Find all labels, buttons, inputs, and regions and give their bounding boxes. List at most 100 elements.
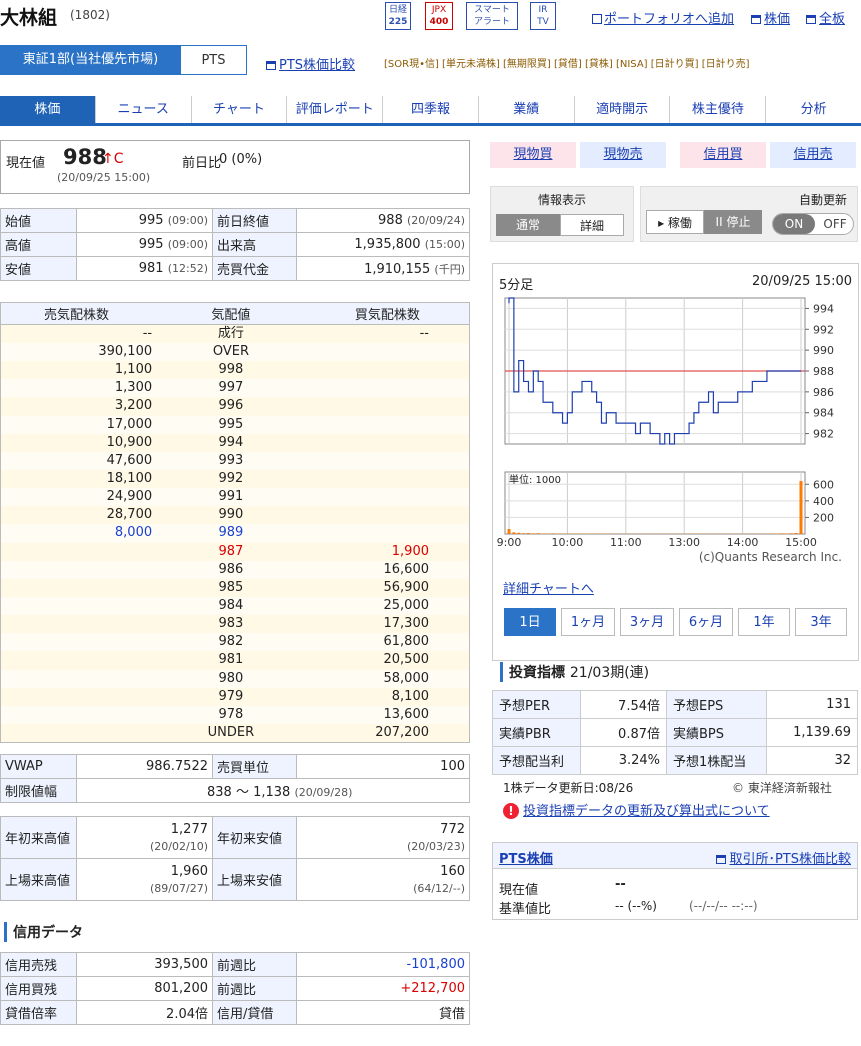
tab-earnings[interactable]: 業績 [479, 96, 575, 123]
per-value: 7.54倍 [580, 690, 667, 719]
detail-chart-link[interactable]: 詳細チャートへ [503, 578, 594, 597]
table-row: 信用売残 393,500 前週比 -101,800 [0, 952, 470, 977]
auto-stop-button[interactable]: II 停止 [704, 210, 762, 234]
quote-price[interactable]: 982 [156, 633, 306, 652]
period-1year[interactable]: 1年 [738, 608, 790, 636]
time-tick: 10:00 [552, 536, 584, 549]
board-row: 24,900 991 [0, 488, 470, 507]
quote-price[interactable]: 979 [156, 687, 306, 706]
pts-title[interactable]: PTS株価 [499, 848, 553, 867]
auto-update-toggle[interactable]: ON OFF [772, 213, 854, 235]
tab-chart[interactable]: チャート [192, 96, 288, 123]
open-time: (09:00) [167, 214, 208, 227]
quote-price[interactable]: 998 [156, 361, 306, 380]
jpx400-badge[interactable]: JPX 400 [425, 2, 453, 30]
quote-price[interactable]: 997 [156, 379, 306, 398]
quote-price[interactable]: UNDER [156, 723, 306, 743]
margin-sell-button[interactable]: 信用売 [770, 142, 856, 168]
tab-shareholder-benefits[interactable]: 株主優待 [670, 96, 767, 123]
limit-value: 838 〜 1,138 [207, 785, 291, 800]
quote-price[interactable]: 成行 [156, 324, 306, 343]
pbr-label: 実績PBR [492, 718, 581, 747]
ask-qty: 24,900 [0, 488, 157, 507]
normal-view-button[interactable]: 通常 [496, 214, 560, 236]
all-time-low-label: 上場来安値 [212, 858, 297, 901]
toggle-off: OFF [823, 217, 847, 231]
quote-price[interactable]: 992 [156, 469, 306, 489]
tab-analysis[interactable]: 分析 [766, 96, 861, 123]
auto-run-button[interactable]: ▸ 稼働 [646, 210, 704, 234]
quote-price[interactable]: 981 [156, 651, 306, 670]
margin-buy-button[interactable]: 信用買 [680, 142, 766, 168]
quote-price[interactable]: 987 [156, 542, 306, 561]
period-3year[interactable]: 3年 [795, 608, 847, 636]
period-1month[interactable]: 1ヶ月 [561, 608, 615, 636]
quote-price[interactable]: 996 [156, 397, 306, 416]
board-row: 981 20,500 [0, 651, 470, 670]
ytd-low-label: 年初来安値 [212, 816, 297, 859]
full-board-link[interactable]: 全板 [806, 8, 845, 27]
alert-icon: ! [503, 803, 519, 819]
indicator-note-link[interactable]: ! 投資指標データの更新及び算出式について [503, 800, 770, 819]
ask-qty [0, 560, 157, 579]
quote-price[interactable]: 984 [156, 596, 306, 616]
nikkei225-badge[interactable]: 日経 225 [385, 2, 411, 30]
prev-close-value: 988 [378, 213, 403, 228]
long-wow-label: 前週比 [212, 976, 297, 1001]
period-6month[interactable]: 6ヶ月 [679, 608, 733, 636]
add-portfolio-link[interactable]: ポートフォリオへ追加 [592, 8, 734, 27]
long-wow-value: +212,700 [296, 976, 470, 1001]
detail-view-button[interactable]: 詳細 [560, 214, 624, 236]
tab-pts[interactable]: PTS [181, 45, 247, 75]
low-label: 安値 [0, 256, 77, 281]
info-display-panel: 情報表示 通常 詳細 [490, 186, 634, 242]
tab-news[interactable]: ニュース [96, 96, 192, 123]
indicator-note-label: 投資指標データの更新及び算出式について [523, 804, 770, 819]
all-time-low-date: (64/12/--) [413, 881, 465, 895]
pts-compare-link[interactable]: PTS株価比較 [266, 54, 355, 73]
board-body: -- 成行 -- 390,100 OVER 1,100 998 1,300 997 3,200 99… [0, 324, 470, 743]
all-time-high-cell: 1,960 (89/07/27) [76, 858, 213, 901]
ask-qty: 1,100 [0, 361, 157, 380]
irtv-badge[interactable]: IR TV [530, 2, 556, 30]
tab-rating-report[interactable]: 評価レポート [287, 96, 384, 123]
tab-shikiho[interactable]: 四季報 [383, 96, 479, 123]
ytd-low-cell: 772 (20/03/23) [296, 816, 470, 859]
ratio-value: 2.04倍 [76, 1000, 213, 1025]
price-link[interactable]: 株価 [751, 8, 790, 27]
prev-close-label: 前日終値 [212, 208, 297, 233]
volume-bar [794, 533, 798, 534]
quote-price[interactable]: 983 [156, 615, 306, 634]
board-row: 1,300 997 [0, 379, 470, 398]
tab-disclosure[interactable]: 適時開示 [575, 96, 671, 123]
quote-price[interactable]: 978 [156, 705, 306, 724]
quote-price[interactable]: 991 [156, 488, 306, 507]
quote-price[interactable]: 986 [156, 560, 306, 579]
quote-price[interactable]: 989 [156, 524, 306, 543]
smart-alert-badge[interactable]: スマート アラート [466, 2, 518, 30]
ask-qty [0, 542, 157, 561]
ytd-high-value: 1,277 [170, 821, 208, 837]
quote-price[interactable]: 980 [156, 669, 306, 688]
quote-price[interactable]: OVER [156, 343, 306, 362]
time-tick: 11:00 [610, 536, 642, 549]
period-1day[interactable]: 1日 [504, 608, 556, 636]
quote-price[interactable]: 993 [156, 451, 306, 470]
period-3month[interactable]: 3ヶ月 [620, 608, 674, 636]
ask-qty: 28,700 [0, 506, 157, 525]
badge-line: JPX [431, 5, 447, 15]
spot-buy-button[interactable]: 現物買 [490, 142, 576, 168]
quote-price[interactable]: 995 [156, 415, 306, 434]
quote-price[interactable]: 990 [156, 506, 306, 525]
quote-price[interactable]: 985 [156, 578, 306, 597]
ytd-high-label: 年初来高値 [0, 816, 77, 859]
tab-tse-first-section[interactable]: 東証1部(当社優先市場) [0, 45, 181, 75]
quote-price[interactable]: 994 [156, 433, 306, 452]
tab-price[interactable]: 株価 [0, 96, 96, 123]
board-row: UNDER 207,200 [0, 723, 470, 743]
spot-sell-button[interactable]: 現物売 [580, 142, 666, 168]
badge-line: TV [537, 17, 549, 27]
pts-compare-link-2[interactable]: 取引所･PTS株価比較 [716, 848, 851, 867]
board-row: 985 56,900 [0, 578, 470, 597]
bid-qty: 20,500 [305, 651, 470, 670]
